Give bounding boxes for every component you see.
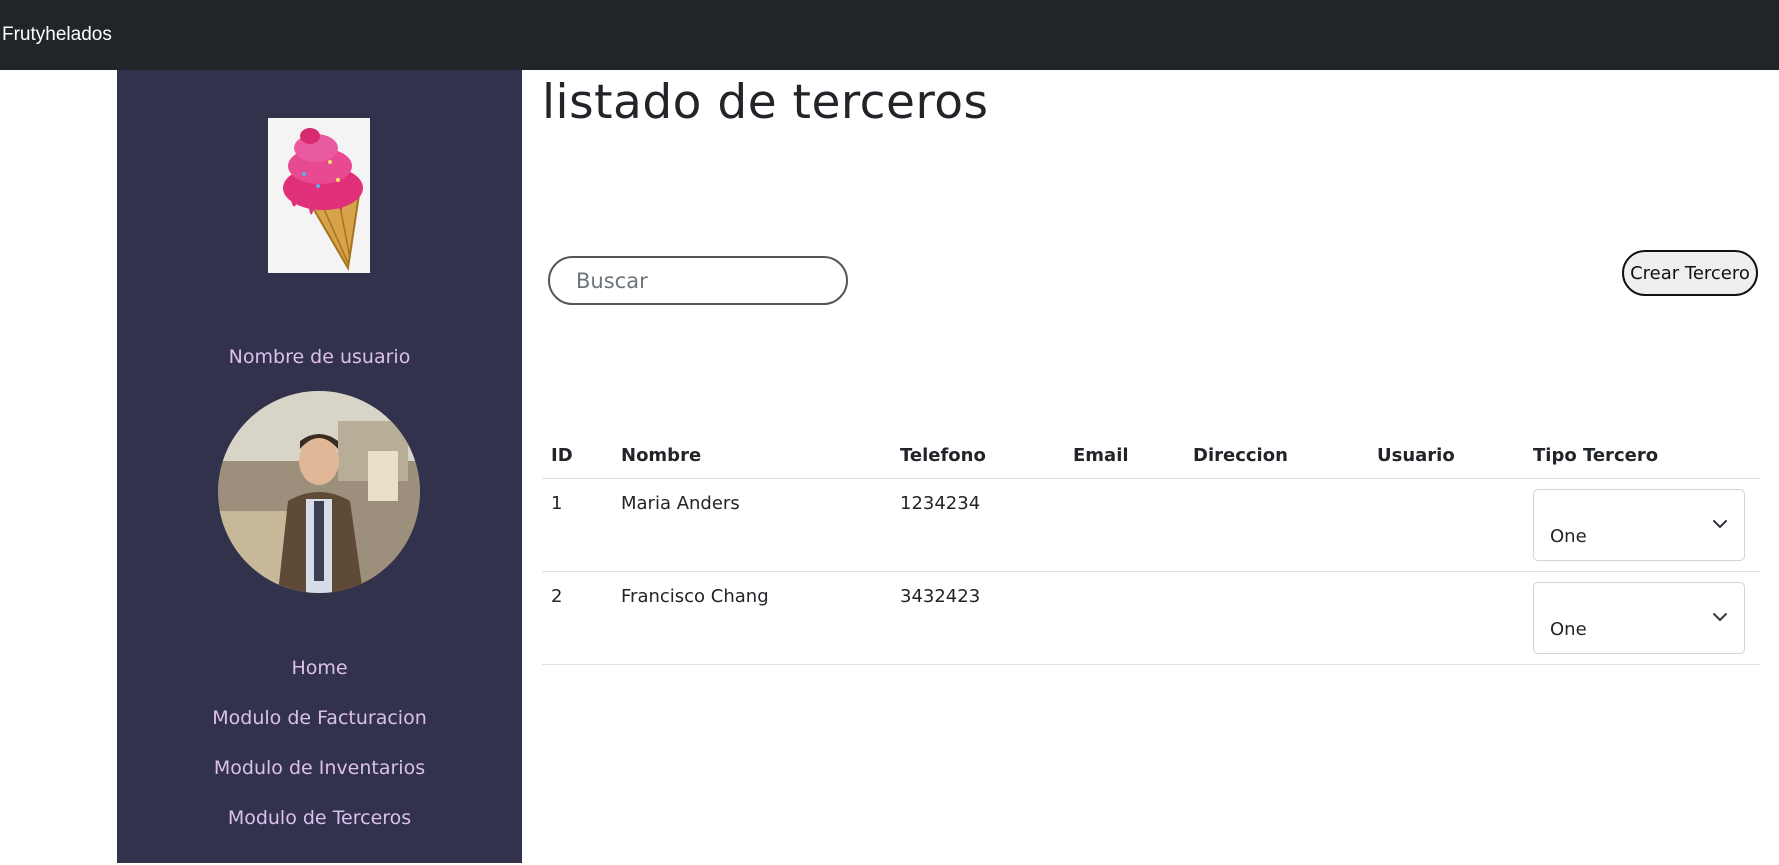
page-title: listado de terceros xyxy=(542,75,989,130)
search-input[interactable] xyxy=(548,256,848,305)
column-header-tipo-tercero: Tipo Tercero xyxy=(1524,435,1760,479)
column-header-usuario: Usuario xyxy=(1368,435,1524,479)
column-header-nombre: Nombre xyxy=(612,435,891,479)
chevron-down-icon xyxy=(1713,520,1727,528)
tipo-tercero-select[interactable]: One xyxy=(1533,489,1745,561)
main-content: listado de terceros Crear Tercero ID Nom… xyxy=(522,70,1779,865)
cell-tipo-tercero: One xyxy=(1524,571,1760,665)
nav-terceros[interactable]: Modulo de Terceros xyxy=(117,807,522,829)
ice-cream-logo xyxy=(268,118,370,273)
cell-usuario xyxy=(1368,571,1524,665)
cell-id: 1 xyxy=(542,478,612,572)
brand-name[interactable]: Frutyhelados xyxy=(2,24,112,46)
top-navbar: Frutyhelados xyxy=(0,0,1779,70)
cell-telefono: 1234234 xyxy=(891,478,1064,572)
cell-telefono: 3432423 xyxy=(891,571,1064,665)
table-header-row: ID Nombre Telefono Email Direccion Usuar… xyxy=(542,435,1760,479)
cell-direccion xyxy=(1184,571,1368,665)
column-header-id: ID xyxy=(542,435,612,479)
table-row: 1 Maria Anders 1234234 One xyxy=(542,478,1760,572)
username-label: Nombre de usuario xyxy=(228,346,411,368)
cell-direccion xyxy=(1184,478,1368,572)
cell-tipo-tercero: One xyxy=(1524,478,1760,572)
column-header-email: Email xyxy=(1064,435,1184,479)
select-value: One xyxy=(1550,526,1587,547)
nav-inventarios[interactable]: Modulo de Inventarios xyxy=(117,757,522,779)
cell-email xyxy=(1064,571,1184,665)
avatar xyxy=(218,391,420,593)
cell-email xyxy=(1064,478,1184,572)
cell-id: 2 xyxy=(542,571,612,665)
cell-nombre: Maria Anders xyxy=(612,478,891,572)
ice-cream-icon xyxy=(283,128,363,271)
nav-home[interactable]: Home xyxy=(117,657,522,679)
cell-usuario xyxy=(1368,478,1524,572)
cell-nombre: Francisco Chang xyxy=(612,571,891,665)
column-header-direccion: Direccion xyxy=(1184,435,1368,479)
tipo-tercero-select[interactable]: One xyxy=(1533,582,1745,654)
select-value: One xyxy=(1550,619,1587,640)
terceros-table: ID Nombre Telefono Email Direccion Usuar… xyxy=(542,435,1760,665)
table-row: 2 Francisco Chang 3432423 One xyxy=(542,571,1760,665)
column-header-telefono: Telefono xyxy=(891,435,1064,479)
nav-facturacion[interactable]: Modulo de Facturacion xyxy=(117,707,522,729)
create-tercero-button[interactable]: Crear Tercero xyxy=(1622,250,1758,296)
sidebar: Nombre de usuario Home Modulo de Factura… xyxy=(117,70,522,863)
user-photo xyxy=(218,391,420,593)
chevron-down-icon xyxy=(1713,613,1727,621)
